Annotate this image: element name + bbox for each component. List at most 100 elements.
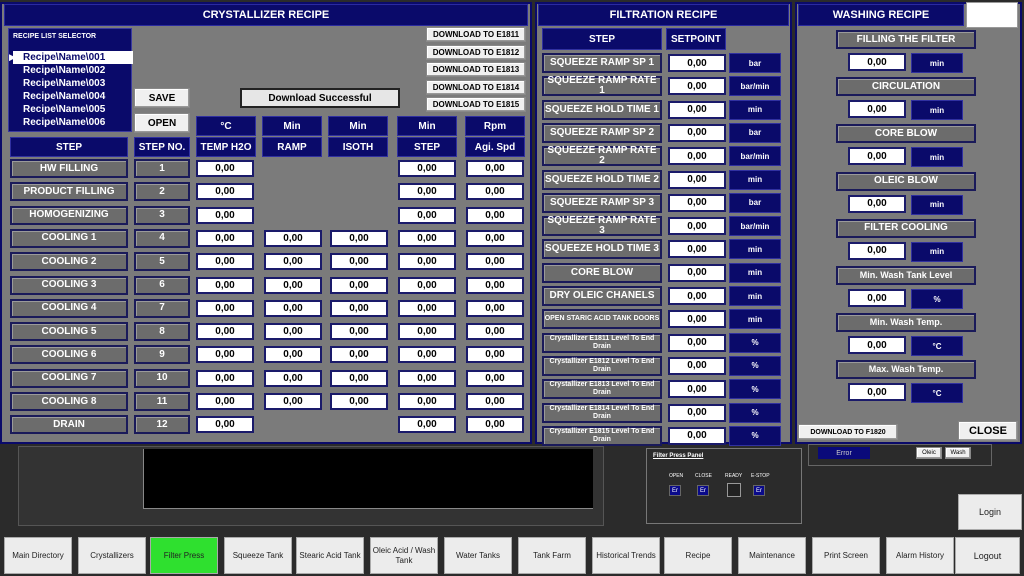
nav-button[interactable]: Squeeze Tank [224, 537, 292, 574]
nav-button[interactable]: Maintenance [738, 537, 806, 574]
washing-setpoint-field[interactable]: 0,00 [848, 336, 906, 355]
value-field-temp[interactable]: 0,00 [196, 206, 254, 224]
value-field-agi[interactable]: 0,00 [466, 369, 524, 387]
value-field-ramp[interactable]: 0,00 [264, 393, 322, 410]
value-field-ramp[interactable]: 0,00 [264, 229, 322, 247]
value-field-agi[interactable]: 0,00 [466, 183, 524, 201]
nav-button[interactable]: Print Screen [812, 537, 880, 574]
filtration-setpoint-field[interactable]: 0,00 [668, 403, 726, 422]
value-field-temp[interactable]: 0,00 [196, 299, 254, 317]
value-field-stp[interactable]: 0,00 [398, 346, 456, 364]
recipe-list-item[interactable]: Recipe\Name\001 [13, 51, 133, 64]
value-field-ramp[interactable]: 0,00 [264, 369, 322, 387]
nav-button[interactable]: Stearic Acid Tank [296, 537, 364, 574]
value-field-temp[interactable]: 0,00 [196, 183, 254, 201]
recipe-list-item[interactable]: Recipe\Name\003 [13, 77, 133, 90]
value-field-agi[interactable]: 0,00 [466, 346, 524, 364]
recipe-list-item[interactable]: Recipe\Name\005 [13, 103, 133, 116]
nav-button[interactable]: Crystallizers [78, 537, 146, 574]
filtration-setpoint-field[interactable]: 0,00 [668, 217, 726, 236]
value-field-stp[interactable]: 0,00 [398, 160, 456, 177]
download-e1814-button[interactable]: DOWNLOAD TO E1814 [426, 79, 526, 95]
value-field-agi[interactable]: 0,00 [466, 299, 524, 317]
recipe-list-item[interactable]: Recipe\Name\002 [13, 64, 133, 77]
washing-setpoint-field[interactable]: 0,00 [848, 53, 906, 71]
value-field-ramp[interactable]: 0,00 [264, 253, 322, 271]
value-field-temp[interactable]: 0,00 [196, 369, 254, 387]
download-e1811-button[interactable]: DOWNLOAD TO E1811 [426, 27, 526, 42]
filtration-setpoint-field[interactable]: 0,00 [668, 147, 726, 166]
download-e1815-button[interactable]: DOWNLOAD TO E1815 [426, 97, 526, 112]
login-button[interactable]: Login [958, 494, 1022, 530]
filtration-setpoint-field[interactable]: 0,00 [668, 287, 726, 305]
value-field-isoth[interactable]: 0,00 [330, 299, 388, 317]
recipe-list-item[interactable]: Recipe\Name\004 [13, 90, 133, 103]
value-field-temp[interactable]: 0,00 [196, 229, 254, 247]
value-field-isoth[interactable]: 0,00 [330, 229, 388, 247]
wash-button[interactable]: Wash [945, 447, 971, 459]
nav-button[interactable]: Filter Press [150, 537, 218, 574]
washing-setpoint-field[interactable]: 0,00 [848, 194, 906, 213]
download-f1820-button[interactable]: DOWNLOAD TO F1820 [798, 424, 898, 440]
recipe-list-item[interactable]: Recipe\Name\006 [13, 116, 133, 129]
washing-setpoint-field[interactable]: 0,00 [848, 147, 906, 166]
nav-button[interactable]: Main Directory [4, 537, 72, 574]
recipe-list[interactable]: Recipe\Name\001 ▶ Recipe\Name\002 Recipe\Na… [9, 51, 133, 129]
value-field-agi[interactable]: 0,00 [466, 206, 524, 224]
filtration-setpoint-field[interactable]: 0,00 [668, 240, 726, 259]
washing-setpoint-field[interactable]: 0,00 [848, 241, 906, 260]
open-button[interactable]: OPEN [134, 113, 190, 133]
nav-button[interactable]: Tank Farm [518, 537, 586, 574]
value-field-temp[interactable]: 0,00 [196, 323, 254, 341]
washing-setpoint-field[interactable]: 0,00 [848, 100, 906, 119]
nav-button[interactable]: Alarm History [886, 537, 954, 574]
nav-button[interactable]: Historical Trends [592, 537, 660, 574]
download-e1812-button[interactable]: DOWNLOAD TO E1812 [426, 44, 526, 60]
filtration-setpoint-field[interactable]: 0,00 [668, 426, 726, 445]
close-button[interactable]: CLOSE [958, 421, 1018, 441]
value-field-temp[interactable]: 0,00 [196, 416, 254, 434]
save-button[interactable]: SAVE [134, 88, 190, 108]
value-field-agi[interactable]: 0,00 [466, 253, 524, 271]
value-field-isoth[interactable]: 0,00 [330, 276, 388, 294]
value-field-ramp[interactable]: 0,00 [264, 299, 322, 317]
filtration-setpoint-field[interactable]: 0,00 [668, 310, 726, 329]
value-field-stp[interactable]: 0,00 [398, 369, 456, 387]
oleic-button[interactable]: Oleic [916, 447, 942, 459]
filtration-setpoint-field[interactable]: 0,00 [668, 54, 726, 72]
value-field-stp[interactable]: 0,00 [398, 323, 456, 341]
value-field-agi[interactable]: 0,00 [466, 276, 524, 294]
value-field-stp[interactable]: 0,00 [398, 276, 456, 294]
value-field-agi[interactable]: 0,00 [466, 393, 524, 410]
value-field-isoth[interactable]: 0,00 [330, 253, 388, 271]
nav-button[interactable]: Oleic Acid / Wash Tank [370, 537, 438, 574]
value-field-ramp[interactable]: 0,00 [264, 323, 322, 341]
value-field-stp[interactable]: 0,00 [398, 229, 456, 247]
filtration-setpoint-field[interactable]: 0,00 [668, 77, 726, 96]
value-field-isoth[interactable]: 0,00 [330, 369, 388, 387]
value-field-ramp[interactable]: 0,00 [264, 346, 322, 364]
value-field-isoth[interactable]: 0,00 [330, 346, 388, 364]
value-field-agi[interactable]: 0,00 [466, 229, 524, 247]
value-field-isoth[interactable]: 0,00 [330, 393, 388, 410]
value-field-stp[interactable]: 0,00 [398, 299, 456, 317]
value-field-temp[interactable]: 0,00 [196, 393, 254, 410]
filtration-setpoint-field[interactable]: 0,00 [668, 263, 726, 282]
filtration-setpoint-field[interactable]: 0,00 [668, 380, 726, 399]
value-field-isoth[interactable]: 0,00 [330, 323, 388, 341]
nav-button[interactable]: Water Tanks [444, 537, 512, 574]
value-field-temp[interactable]: 0,00 [196, 276, 254, 294]
filtration-setpoint-field[interactable]: 0,00 [668, 356, 726, 375]
value-field-stp[interactable]: 0,00 [398, 393, 456, 410]
filtration-setpoint-field[interactable]: 0,00 [668, 170, 726, 189]
value-field-stp[interactable]: 0,00 [398, 183, 456, 201]
filtration-setpoint-field[interactable]: 0,00 [668, 193, 726, 212]
value-field-agi[interactable]: 0,00 [466, 160, 524, 177]
value-field-temp[interactable]: 0,00 [196, 346, 254, 364]
washing-setpoint-field[interactable]: 0,00 [848, 383, 906, 402]
value-field-agi[interactable]: 0,00 [466, 323, 524, 341]
filtration-setpoint-field[interactable]: 0,00 [668, 123, 726, 142]
logout-button[interactable]: Logout [955, 537, 1020, 574]
download-e1813-button[interactable]: DOWNLOAD TO E1813 [426, 62, 526, 77]
nav-button[interactable]: Recipe [664, 537, 732, 574]
